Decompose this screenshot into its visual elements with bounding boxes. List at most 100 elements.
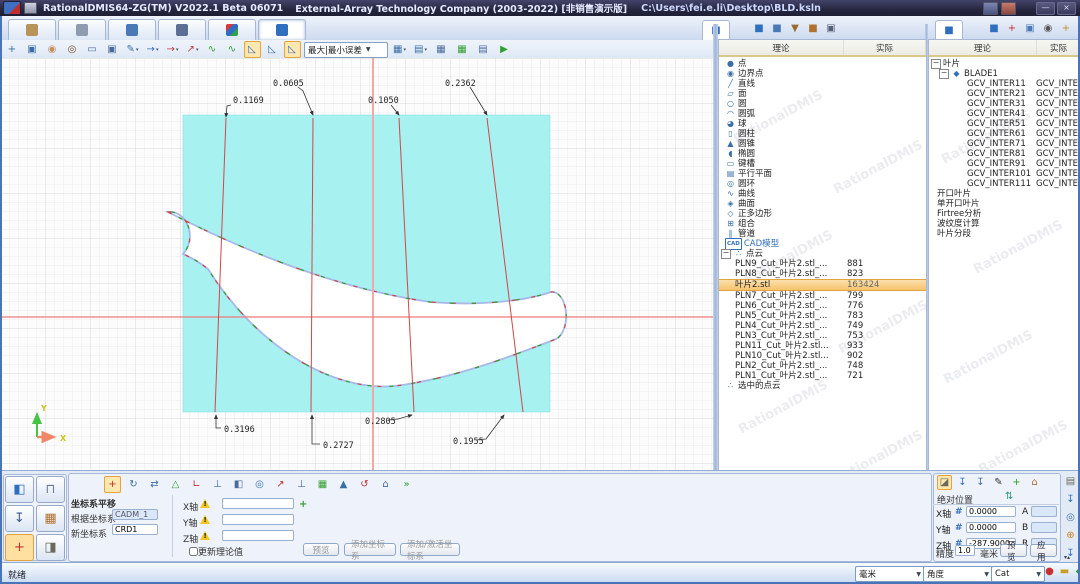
- swap-arrows-icon[interactable]: ⇅: [1005, 491, 1013, 502]
- select-window-icon[interactable]: ▭: [84, 41, 101, 58]
- blade-analysis-row[interactable]: Firtree分析: [929, 209, 1080, 219]
- probe-angle-icon[interactable]: ↧: [973, 475, 988, 490]
- elements-icon[interactable]: ■: [770, 23, 784, 34]
- probe-icon[interactable]: ↧: [955, 475, 970, 490]
- gcv-section-row[interactable]: GCV_INTER21GCV_INTER21: [929, 89, 1080, 99]
- cs-321-icon[interactable]: ⊥: [293, 476, 310, 493]
- error-mode-dropdown[interactable]: 最大|最小误差▼: [304, 42, 388, 58]
- pointcloud-row[interactable]: PLN11_Cut_叶片2.stl...933: [719, 341, 926, 351]
- pointcloud-row[interactable]: PLN4_Cut_叶片2.stl_...749: [719, 321, 926, 331]
- feature-type-row[interactable]: ∿ 曲线: [725, 189, 926, 199]
- home-icon[interactable]: ⌂: [1027, 475, 1042, 490]
- ribbon-tab[interactable]: [258, 19, 306, 40]
- section-edit-icon[interactable]: ◺: [284, 41, 301, 58]
- feature-type-row[interactable]: ▲ 圆锥: [725, 139, 926, 149]
- colormap-icon[interactable]: ▦▾: [391, 41, 408, 58]
- angle-input[interactable]: [1031, 522, 1057, 533]
- collapse-icon[interactable]: −: [939, 69, 949, 79]
- x-offset-input[interactable]: [222, 498, 294, 509]
- gcv-section-row[interactable]: GCV_INTER71GCV_INTER71: [929, 139, 1080, 149]
- feature-type-row[interactable]: ▭ 键槽: [725, 159, 926, 169]
- selected-pointcloud-row[interactable]: ∴ 选中的点云: [719, 381, 926, 391]
- gcv-section-row[interactable]: GCV_INTER41GCV_INTER41: [929, 109, 1080, 119]
- z-offset-input[interactable]: [222, 530, 294, 541]
- graphics-viewport[interactable]: 0.1169 0.0605 0.1050 0.2362 0.3196 0.272…: [0, 58, 713, 470]
- group-icon[interactable]: ■: [806, 23, 820, 34]
- gcv-section-row[interactable]: GCV_INTER111GCV_INTER111: [929, 179, 1080, 189]
- cs-level-icon[interactable]: ▲: [335, 476, 352, 493]
- lock-icon[interactable]: #: [955, 523, 963, 533]
- measure-mode-button[interactable]: ◧: [5, 476, 34, 503]
- position-preview-button[interactable]: 预览: [1000, 544, 1027, 557]
- feature-type-row[interactable]: ◕ 球: [725, 119, 926, 129]
- zoom-window-icon[interactable]: ▣: [24, 41, 41, 58]
- section-plane-icon[interactable]: ◺: [264, 41, 281, 58]
- blade-analysis-row[interactable]: 开口叶片: [929, 189, 1080, 199]
- scroll-arrows[interactable]: ▾▴: [1064, 554, 1070, 561]
- theory-column-header[interactable]: 理论: [719, 40, 844, 55]
- pointcloud-row[interactable]: PLN5_Cut_叶片2.stl_...783: [719, 311, 926, 321]
- gcv-section-row[interactable]: GCV_INTER91GCV_INTER91: [929, 159, 1080, 169]
- position-value-input[interactable]: [966, 522, 1016, 533]
- panel2-active-tab[interactable]: ■: [935, 20, 963, 40]
- window-icon[interactable]: ▣: [1023, 23, 1037, 34]
- precision-input[interactable]: [955, 545, 975, 556]
- tools-mode-button[interactable]: ◨: [36, 534, 65, 561]
- pointcloud-row[interactable]: PLN7_Cut_叶片2.stl_...799: [719, 291, 926, 301]
- workspace-icon[interactable]: [1001, 2, 1016, 15]
- unit-length-dropdown[interactable]: 毫米▼: [855, 566, 925, 582]
- pointcloud-row[interactable]: PLN6_Cut_叶片2.stl_...776: [719, 301, 926, 311]
- ribbon-tab[interactable]: [8, 19, 56, 40]
- coordinate-mode-button[interactable]: +: [5, 534, 34, 561]
- blade-root-row[interactable]: − 叶片: [929, 59, 1080, 69]
- feature-type-row[interactable]: ▱ 面: [725, 89, 926, 99]
- blade-analysis-row[interactable]: 单开口叶片: [929, 199, 1080, 209]
- feature-type-row[interactable]: ◠ 圆弧: [725, 109, 926, 119]
- path-red2-icon[interactable]: ↗▾: [184, 41, 201, 58]
- feature-type-row[interactable]: ∥ 管道: [725, 229, 926, 239]
- quick-access-icon[interactable]: [24, 2, 37, 14]
- angle-input[interactable]: [1031, 506, 1057, 517]
- elements-tab-icon[interactable]: ■: [752, 23, 766, 34]
- gcv-section-row[interactable]: GCV_INTER31GCV_INTER31: [929, 99, 1080, 109]
- close-button[interactable]: ×: [1057, 2, 1076, 15]
- cs-swap-axes-icon[interactable]: ⇄: [146, 476, 163, 493]
- ribbon-tab[interactable]: [158, 19, 206, 40]
- caliper-mode-button[interactable]: ⊓: [36, 476, 65, 503]
- gcv-section-row[interactable]: GCV_INTER101GCV_INTER101: [929, 169, 1080, 179]
- pointcloud-row[interactable]: PLN8_Cut_叶片2.stl_...823: [719, 269, 926, 279]
- curve-fit-icon[interactable]: ∿: [204, 41, 221, 58]
- collapse-icon[interactable]: −: [931, 59, 941, 69]
- camera-icon[interactable]: ◉: [1041, 23, 1055, 34]
- add-cs-button[interactable]: 添加坐标系: [344, 543, 396, 556]
- cs-rotate-icon[interactable]: ↻: [125, 476, 142, 493]
- actual-column-header[interactable]: 实际: [844, 40, 926, 55]
- fixture-mode-button[interactable]: ▦: [36, 505, 65, 532]
- ribbon-tab[interactable]: [58, 19, 106, 40]
- cs-fixture-icon[interactable]: ▦: [314, 476, 331, 493]
- ribbon-tab[interactable]: [108, 19, 156, 40]
- gcv-section-row[interactable]: GCV_INTER11GCV_INTER11: [929, 79, 1080, 89]
- cs-axis-icon[interactable]: ∟: [188, 476, 205, 493]
- cs-rotate-axis-icon[interactable]: ↺: [356, 476, 373, 493]
- preview-button[interactable]: 预览: [303, 543, 339, 556]
- feature-type-row[interactable]: ○ 圆: [725, 99, 926, 109]
- minimize-button[interactable]: —: [1036, 2, 1055, 15]
- section-view-icon[interactable]: ◺: [244, 41, 261, 58]
- cs-plane-axis-icon[interactable]: ⊥: [209, 476, 226, 493]
- feature-type-row[interactable]: ◉ 边界点: [725, 69, 926, 79]
- display-mode-icon[interactable]: ▣: [104, 41, 121, 58]
- position-value-input[interactable]: [966, 506, 1016, 517]
- probe-side-icon[interactable]: ↧: [1063, 493, 1078, 507]
- rotate-view-icon[interactable]: ◉: [44, 41, 61, 58]
- actual-column-header[interactable]: 实际: [1037, 40, 1080, 55]
- lock-icon[interactable]: #: [955, 507, 963, 517]
- apply-button[interactable]: 应用: [1030, 544, 1057, 557]
- cs-matrix-icon[interactable]: ◎: [251, 476, 268, 493]
- cs-offset-icon[interactable]: ↗: [272, 476, 289, 493]
- cs-gold-icon[interactable]: +: [1059, 23, 1073, 34]
- pan-view-icon[interactable]: +: [4, 41, 21, 58]
- table-export-icon[interactable]: ▤: [475, 41, 492, 58]
- probe-mode-button[interactable]: ↧: [5, 505, 34, 532]
- cs-rsp-icon[interactable]: ⌂: [377, 476, 394, 493]
